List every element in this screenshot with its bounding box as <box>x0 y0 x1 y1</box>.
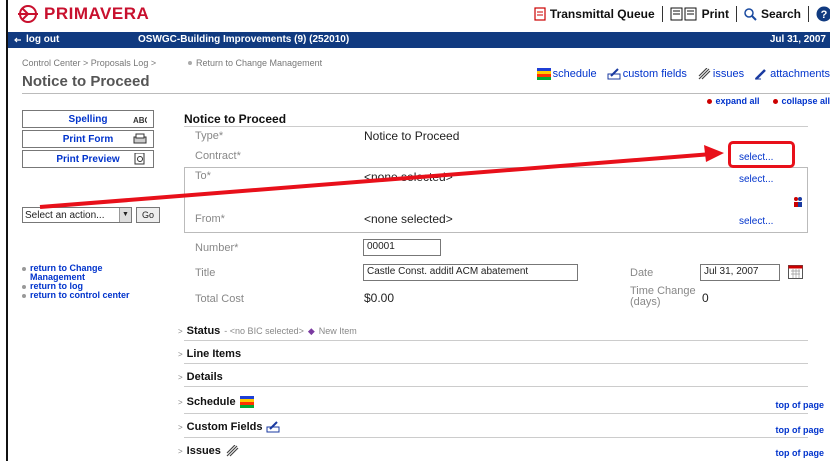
annotation-arrow <box>39 145 724 209</box>
